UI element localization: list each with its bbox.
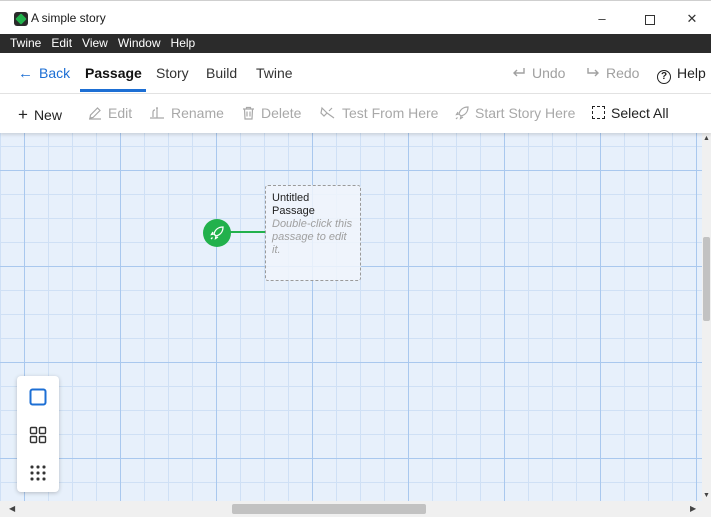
vertical-scrollbar[interactable]: ▲ ▼ bbox=[702, 133, 711, 501]
zoom-panel bbox=[17, 376, 59, 492]
menu-view[interactable]: View bbox=[77, 34, 113, 53]
plus-icon: + bbox=[18, 105, 28, 124]
passage-title: Untitled Passage bbox=[272, 192, 315, 217]
active-tab-indicator bbox=[80, 89, 146, 92]
tab-passage[interactable]: Passage bbox=[85, 65, 142, 81]
window-title: A simple story bbox=[31, 11, 106, 25]
redo-icon bbox=[587, 68, 599, 77]
tab-story[interactable]: Story bbox=[156, 65, 189, 81]
question-circle-icon: ? bbox=[657, 70, 671, 84]
rename-icon bbox=[150, 107, 164, 119]
trash-icon bbox=[243, 106, 254, 120]
close-button[interactable]: ✕ bbox=[670, 5, 711, 33]
delete-button[interactable]: Delete bbox=[242, 105, 301, 121]
test-from-here-button[interactable]: Test From Here bbox=[320, 105, 438, 121]
twine-logo-icon bbox=[14, 12, 28, 26]
grid-3x3-dots-icon bbox=[30, 465, 46, 481]
menu-bar: Twine Edit View Window Help bbox=[0, 34, 711, 53]
passage-excerpt: Double-click this passage to edit it. bbox=[272, 218, 353, 256]
help-button[interactable]: ? Help bbox=[657, 65, 706, 84]
arrow-left-icon: ← bbox=[18, 65, 33, 82]
new-label: New bbox=[33, 107, 62, 123]
scroll-left-icon[interactable]: ◀ bbox=[9, 504, 15, 513]
help-label: Help bbox=[677, 65, 706, 81]
new-button[interactable]: + New bbox=[18, 105, 62, 125]
minimize-icon: – bbox=[598, 11, 606, 26]
back-label: Back bbox=[39, 65, 71, 81]
square-icon bbox=[29, 388, 47, 406]
top-nav: ← Back Passage Story Build Twine Undo Red… bbox=[0, 53, 711, 94]
scroll-up-icon[interactable]: ▲ bbox=[703, 135, 710, 142]
zoom-60-button[interactable] bbox=[25, 422, 51, 448]
undo-label: Undo bbox=[532, 65, 566, 81]
select-all-label: Select All bbox=[611, 105, 669, 121]
maximize-button[interactable] bbox=[628, 5, 672, 33]
tab-twine[interactable]: Twine bbox=[256, 65, 293, 81]
rename-label: Rename bbox=[171, 105, 224, 121]
tab-build[interactable]: Build bbox=[206, 65, 237, 81]
maximize-icon bbox=[645, 14, 655, 25]
close-icon: ✕ bbox=[686, 11, 698, 26]
vertical-scroll-thumb[interactable] bbox=[703, 237, 710, 321]
delete-label: Delete bbox=[261, 105, 302, 121]
undo-icon bbox=[513, 68, 525, 77]
menu-edit[interactable]: Edit bbox=[46, 34, 77, 53]
dashed-square-icon bbox=[592, 106, 605, 119]
scroll-right-icon[interactable]: ▶ bbox=[690, 504, 696, 513]
redo-label: Redo bbox=[606, 65, 640, 81]
start-connector bbox=[230, 231, 266, 233]
start-story-here-button[interactable]: Start Story Here bbox=[455, 105, 575, 121]
select-all-button[interactable]: Select All bbox=[592, 105, 669, 121]
minimize-button[interactable]: – bbox=[580, 5, 624, 33]
menu-help[interactable]: Help bbox=[166, 34, 201, 53]
passage-toolbar: + New Edit Rename Delete Test From Here S… bbox=[0, 94, 711, 133]
pencil-icon bbox=[89, 107, 101, 120]
start-story-here-label: Start Story Here bbox=[475, 105, 576, 121]
edit-button[interactable]: Edit bbox=[88, 105, 132, 121]
scroll-down-icon[interactable]: ▼ bbox=[703, 492, 710, 499]
rename-button[interactable]: Rename bbox=[149, 105, 224, 121]
passage-card[interactable]: Untitled Passage Double-click this passa… bbox=[265, 185, 361, 281]
rocket-icon bbox=[455, 106, 469, 120]
menu-twine[interactable]: Twine bbox=[5, 34, 46, 53]
test-from-here-label: Test From Here bbox=[342, 105, 439, 121]
back-button[interactable]: ← Back bbox=[18, 65, 70, 82]
zoom-100-button[interactable] bbox=[25, 384, 51, 410]
story-map-canvas[interactable]: Untitled Passage Double-click this passa… bbox=[0, 133, 702, 501]
menu-window[interactable]: Window bbox=[113, 34, 166, 53]
start-passage-badge bbox=[203, 219, 231, 247]
grid-2x2-icon bbox=[29, 426, 47, 444]
horizontal-scrollbar[interactable]: ◀ ▶ bbox=[0, 501, 711, 517]
horizontal-scroll-thumb[interactable] bbox=[232, 504, 426, 514]
test-icon bbox=[320, 106, 335, 119]
edit-label: Edit bbox=[108, 105, 133, 121]
redo-button[interactable]: Redo bbox=[586, 65, 639, 81]
undo-button[interactable]: Undo bbox=[512, 65, 565, 81]
zoom-30-button[interactable] bbox=[25, 460, 51, 486]
rocket-icon bbox=[210, 226, 224, 240]
title-bar: A simple story – ✕ bbox=[0, 0, 711, 34]
